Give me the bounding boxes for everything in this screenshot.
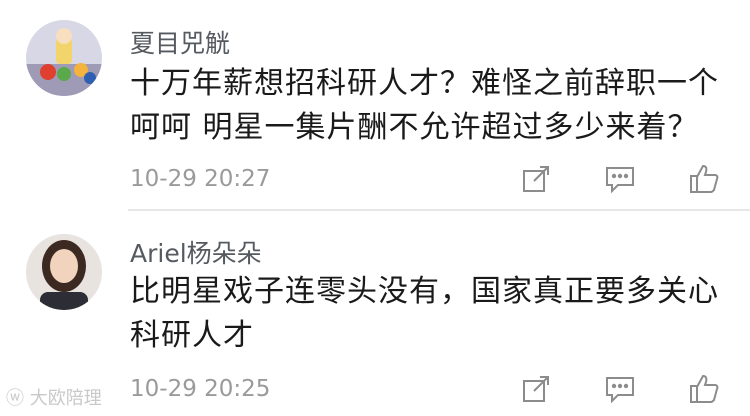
like-icon (690, 374, 719, 403)
share-button[interactable] (518, 371, 554, 407)
like-icon (690, 164, 719, 193)
username[interactable]: Ariel杨朵朵 (130, 234, 262, 270)
comment-actions (518, 161, 722, 197)
share-button[interactable] (518, 161, 554, 197)
comment-actions (518, 371, 722, 407)
comment-text-line: 科研人才 (130, 318, 254, 353)
watermark-text: 大欧陪理 (29, 388, 102, 409)
comment-item: 夏目兕觥 十万年薪想招科研人才？难怪之前辞职一个 呵呵 明星一集片酬不允许超过多… (0, 0, 750, 209)
comment-item: Ariel杨朵朵 比明星戏子连零头没有，国家真正要多关心 科研人才 (0, 212, 750, 416)
weibo-logo-icon: ⓦ (6, 388, 30, 409)
comment-text: 十万年薪想招科研人才？难怪之前辞职一个 呵呵 明星一集片酬不允许超过多少来着？ (130, 62, 730, 150)
divider (128, 209, 750, 211)
avatar[interactable] (26, 20, 102, 96)
reply-icon (606, 377, 634, 404)
comment-text-line: 呵呵 明星一集片酬不允许超过多少来着？ (130, 110, 699, 145)
watermark: ⓦ 大欧陪理 (6, 384, 102, 410)
timestamp: 10-29 20:27 (130, 166, 271, 192)
reply-button[interactable] (602, 371, 638, 407)
comment-text-line: 比明星戏子连零头没有，国家真正要多关心 (130, 274, 719, 309)
timestamp: 10-29 20:25 (130, 376, 271, 402)
comment-text: 比明星戏子连零头没有，国家真正要多关心 科研人才 (130, 270, 730, 358)
reply-icon (606, 167, 634, 194)
avatar[interactable] (26, 234, 102, 310)
reply-button[interactable] (602, 161, 638, 197)
share-icon (523, 376, 549, 402)
comment-text-line: 十万年薪想招科研人才？难怪之前辞职一个 (130, 66, 719, 101)
like-button[interactable] (686, 371, 722, 407)
like-button[interactable] (686, 161, 722, 197)
share-icon (523, 166, 549, 192)
username[interactable]: 夏目兕觥 (130, 24, 230, 60)
